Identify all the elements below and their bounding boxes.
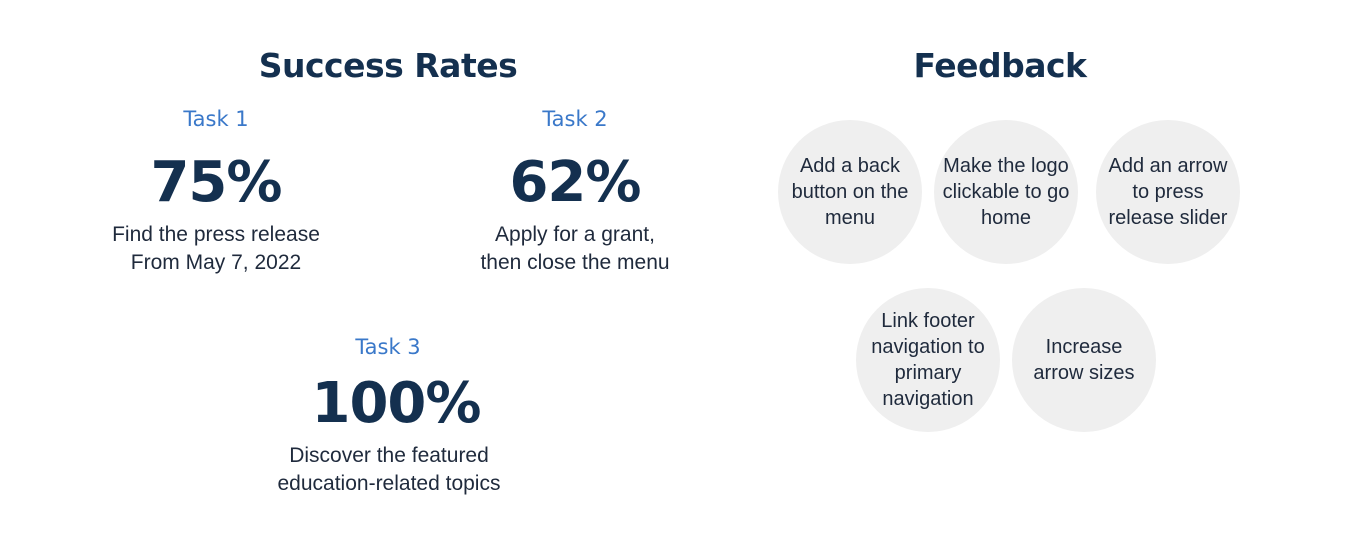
feedback-text: Link footer navigation to primary naviga… xyxy=(871,310,985,410)
task-2-desc-line-1: Apply for a grant, xyxy=(495,223,655,246)
feedback-title: Feedback xyxy=(913,46,1088,85)
task-3-percent: 100% xyxy=(311,371,481,436)
task-2-desc-line-2: then close the menu xyxy=(480,251,670,274)
feedback-text: Add a back button on the menu xyxy=(791,155,909,229)
feedback-text: Add an arrow to press release slider xyxy=(1108,155,1228,229)
feedback-text: Increase arrow sizes xyxy=(1033,336,1135,384)
task-1-label: Task 1 xyxy=(183,107,249,131)
task-1-desc-line-2: From May 7, 2022 xyxy=(130,251,302,274)
feedback-bubble: Add a back button on the menu xyxy=(778,120,922,264)
feedback-bubble: Add an arrow to press release slider xyxy=(1096,120,1240,264)
feedback-bubble: Make the logo clickable to go home xyxy=(934,120,1078,264)
feedback-text: Make the logo clickable to go home xyxy=(942,155,1070,229)
success-rates-title: Success Rates xyxy=(258,46,518,85)
task-3-label: Task 3 xyxy=(355,335,421,359)
task-1-desc-line-1: Find the press release xyxy=(112,223,320,246)
task-3-desc-line-2: education-related topics xyxy=(277,472,501,495)
task-3-desc-line-1: Discover the featured xyxy=(289,444,489,467)
feedback-bubble: Link footer navigation to primary naviga… xyxy=(856,288,1000,432)
task-2-percent: 62% xyxy=(509,150,641,215)
task-1-percent: 75% xyxy=(150,150,282,215)
feedback-bubble: Increase arrow sizes xyxy=(1012,288,1156,432)
task-2-label: Task 2 xyxy=(542,107,608,131)
